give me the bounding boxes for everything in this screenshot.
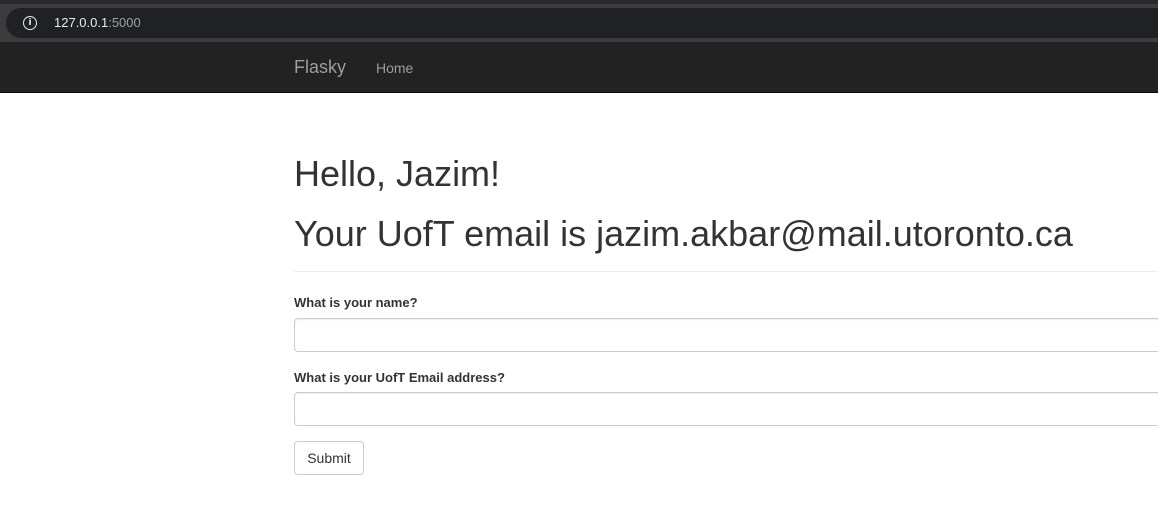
submit-button[interactable]: Submit [294, 441, 364, 475]
url-host: 127.0.0.1 [54, 15, 109, 30]
address-bar[interactable]: i 127.0.0.1:5000 [6, 8, 1158, 38]
name-input[interactable] [294, 318, 1158, 352]
nav-link-home[interactable]: Home [376, 60, 413, 76]
divider [294, 271, 1158, 272]
url-port: :5000 [108, 15, 141, 30]
browser-toolbar: i 127.0.0.1:5000 [0, 0, 1158, 42]
navbar: Flasky Home [0, 42, 1158, 93]
email-label: What is your UofT Email address? [294, 370, 505, 385]
greeting-heading: Hello, Jazim! [294, 153, 501, 194]
url-text[interactable]: 127.0.0.1:5000 [54, 15, 141, 30]
info-icon[interactable]: i [23, 16, 37, 30]
navbar-brand[interactable]: Flasky [294, 57, 346, 78]
email-heading: Your UofT email is jazim.akbar@mail.utor… [294, 213, 1073, 254]
email-input[interactable] [294, 392, 1158, 426]
name-label: What is your name? [294, 295, 418, 310]
